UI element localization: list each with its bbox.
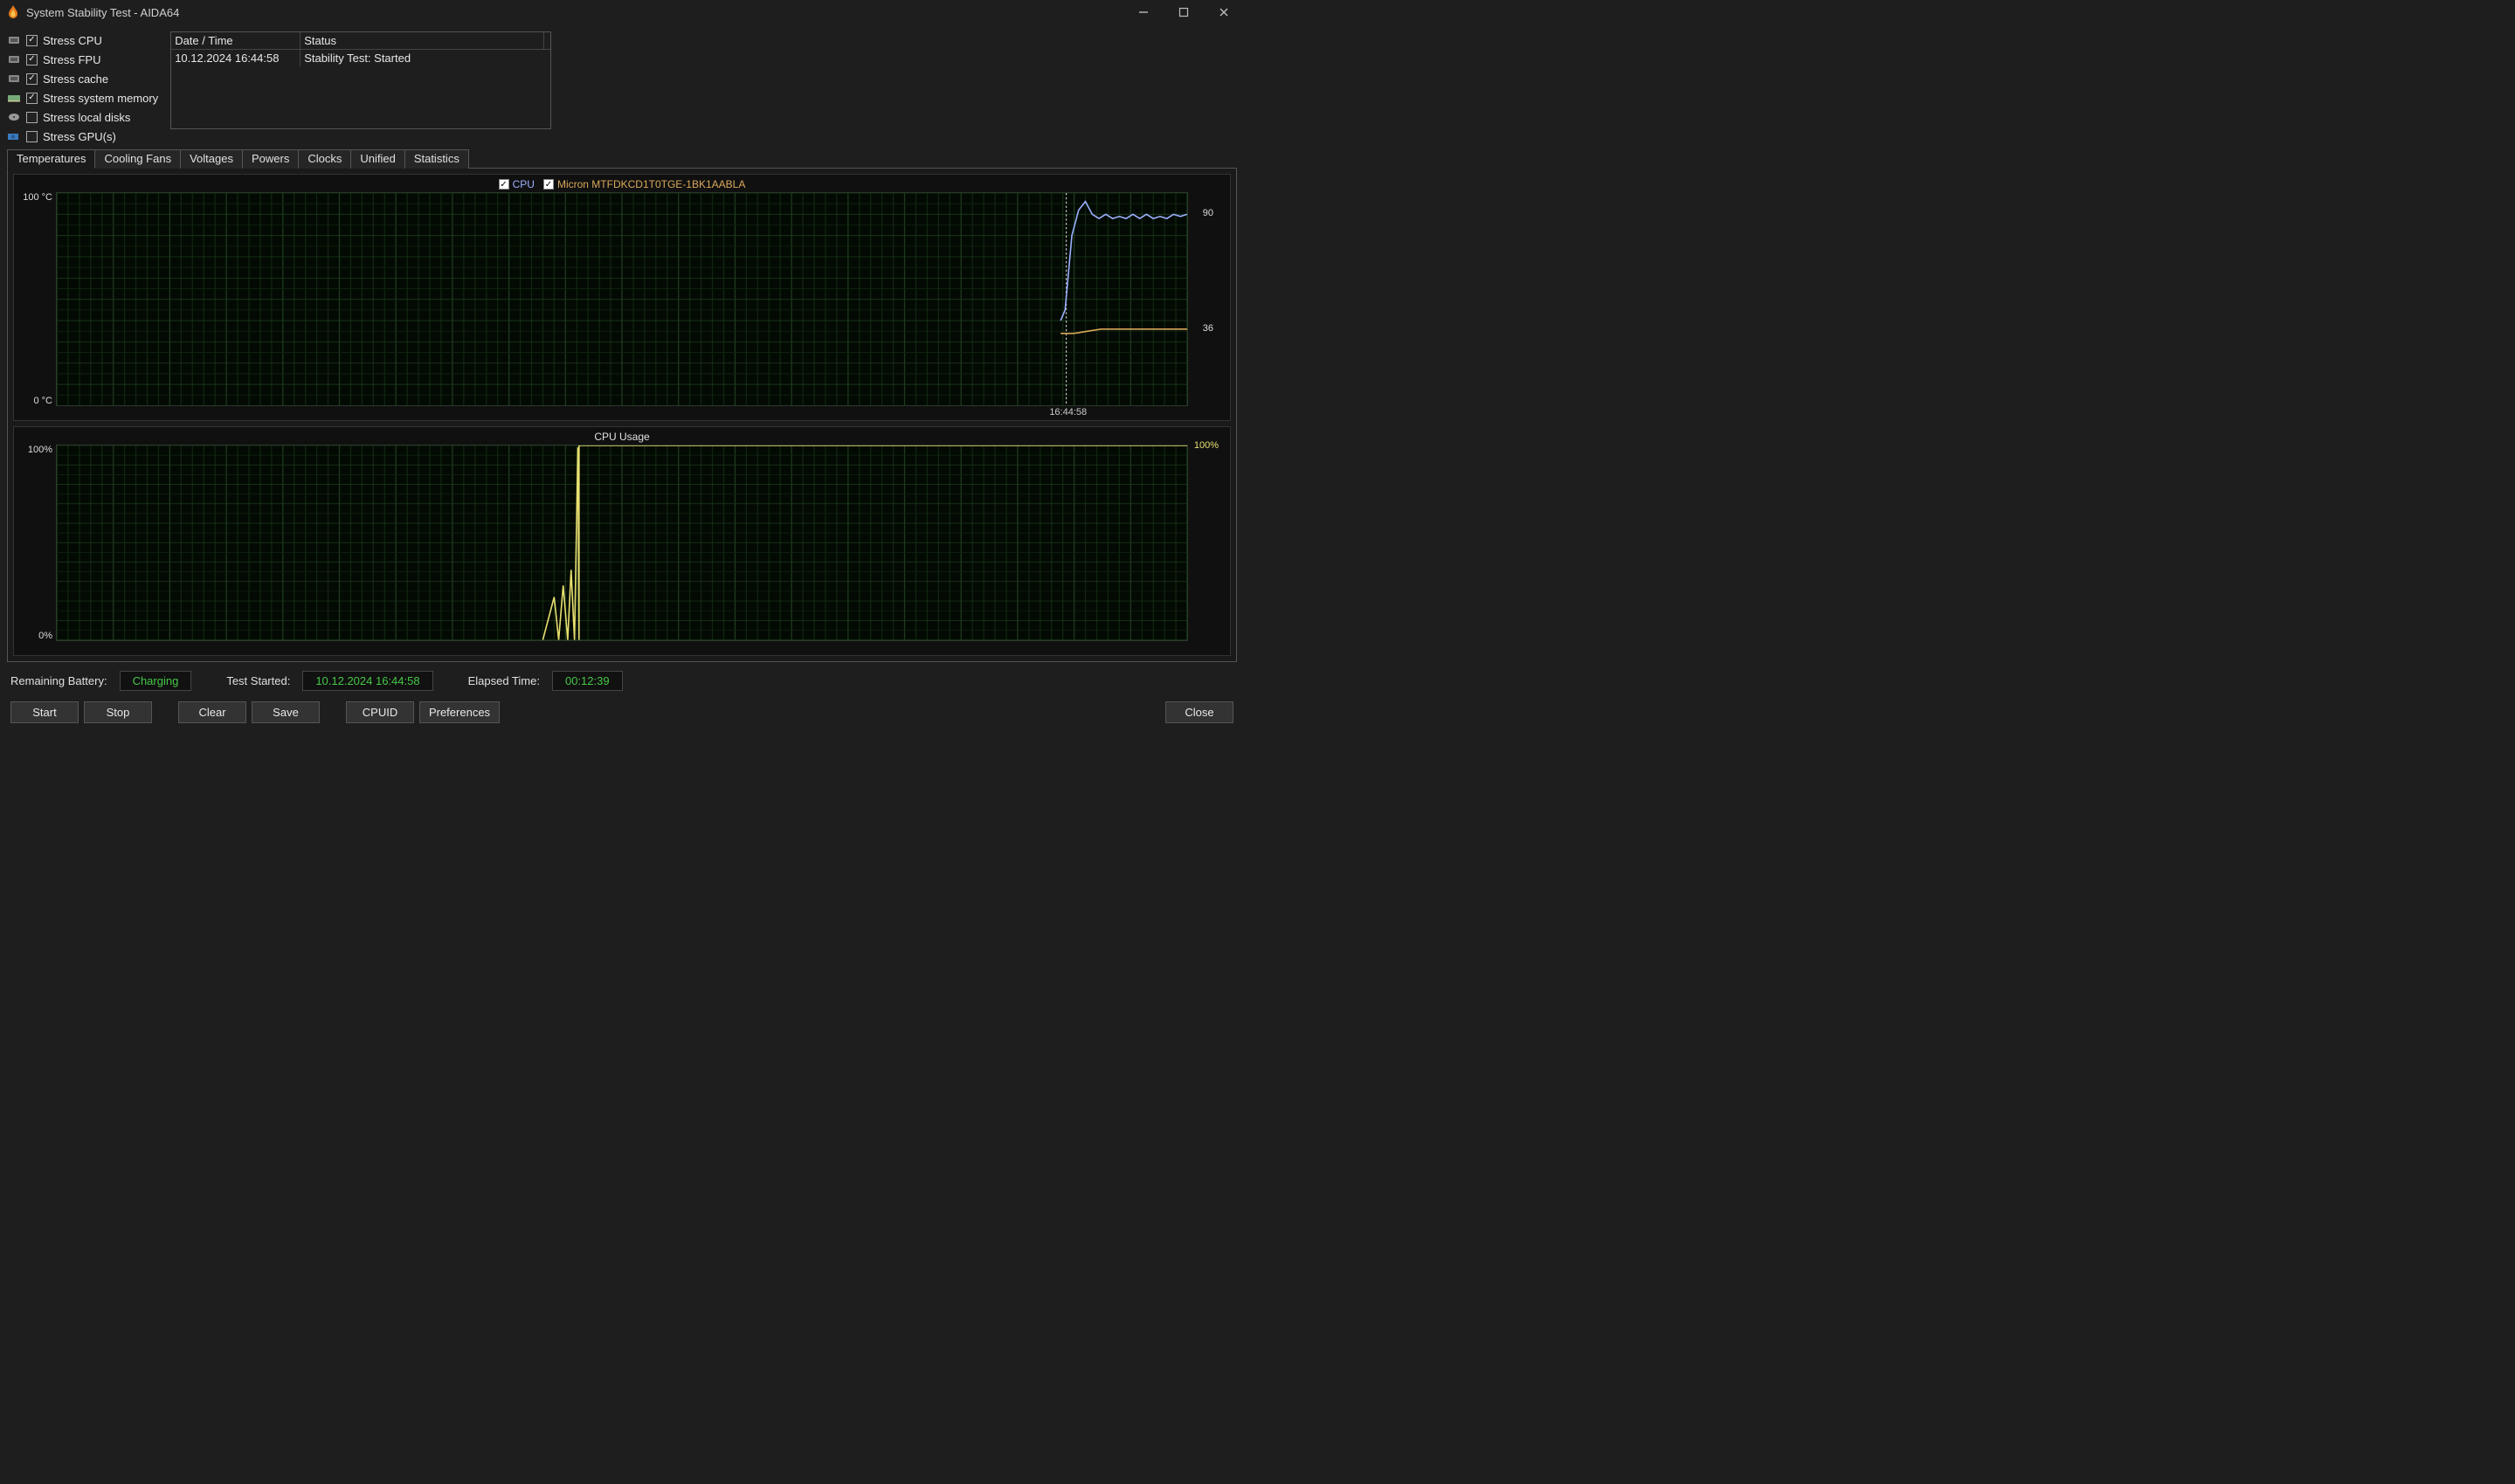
tab-statistics[interactable]: Statistics <box>404 149 469 169</box>
checkbox-icon[interactable] <box>26 35 38 46</box>
y-axis-left: 100% 0% <box>14 445 56 641</box>
tab-powers[interactable]: Powers <box>242 149 299 169</box>
minimize-button[interactable] <box>1123 0 1164 24</box>
stress-item[interactable]: Stress FPU <box>7 51 158 68</box>
log-panel: Date / Time Status 10.12.2024 16:44:58St… <box>170 31 551 129</box>
checkbox-icon[interactable] <box>26 93 38 104</box>
stress-label: Stress local disks <box>43 111 130 124</box>
status-row: Remaining Battery: Charging Test Started… <box>0 662 1244 694</box>
tab-temperatures[interactable]: Temperatures <box>7 149 95 169</box>
stress-list: Stress CPU Stress FPU Stress cache Stress s… <box>7 31 158 145</box>
x-axis <box>14 641 1230 655</box>
legend-label: CPU <box>513 178 535 190</box>
y-axis-left: 100 °C 0 °C <box>14 192 56 406</box>
device-icon <box>7 93 21 103</box>
device-icon <box>7 112 21 122</box>
titlebar: System Stability Test - AIDA64 <box>0 0 1244 24</box>
legend-item-cpu[interactable]: CPU <box>499 178 535 190</box>
tab-voltages[interactable]: Voltages <box>180 149 243 169</box>
stress-item[interactable]: Stress system memory <box>7 89 158 107</box>
chart-legend: CPU Micron MTFDKCD1T0TGE-1BK1AABLA <box>14 175 1230 192</box>
x-axis: 16:44:58 <box>14 406 1230 420</box>
stress-label: Stress cache <box>43 72 108 86</box>
stress-item[interactable]: Stress local disks <box>7 108 158 126</box>
chart-temperatures: CPU Micron MTFDKCD1T0TGE-1BK1AABLA 100 °… <box>13 174 1231 421</box>
legend-checkbox-icon <box>543 179 554 190</box>
current-value-ssd: 36 <box>1203 323 1213 334</box>
stress-label: Stress FPU <box>43 53 100 66</box>
chart-cpu-usage: CPU Usage 100% 0% 100% <box>13 426 1231 656</box>
checkbox-icon[interactable] <box>26 112 38 123</box>
checkbox-icon[interactable] <box>26 131 38 142</box>
device-icon <box>7 73 21 84</box>
y-top-label: 100 °C <box>17 192 52 203</box>
button-row: Start Stop Clear Save CPUID Preferences … <box>0 694 1244 734</box>
start-button[interactable]: Start <box>10 701 79 723</box>
y-bot-label: 0% <box>17 631 52 641</box>
elapsed-label: Elapsed Time: <box>468 674 540 687</box>
y-axis-right <box>1188 445 1230 641</box>
cpuid-button[interactable]: CPUID <box>346 701 414 723</box>
chart-title: CPU Usage <box>14 427 1230 445</box>
log-row: 10.12.2024 16:44:58Stability Test: Start… <box>171 50 550 66</box>
legend-label: Micron MTFDKCD1T0TGE-1BK1AABLA <box>557 178 745 190</box>
stress-item[interactable]: Stress cache <box>7 70 158 87</box>
checkbox-icon[interactable] <box>26 54 38 66</box>
window-title: System Stability Test - AIDA64 <box>26 6 1123 19</box>
log-header: Date / Time Status <box>171 32 550 50</box>
log-cell: Stability Test: Started <box>301 50 550 66</box>
log-cell: 10.12.2024 16:44:58 <box>171 50 301 66</box>
stress-label: Stress CPU <box>43 34 102 47</box>
battery-label: Remaining Battery: <box>10 674 107 687</box>
test-started-label: Test Started: <box>226 674 290 687</box>
maximize-button[interactable] <box>1164 0 1204 24</box>
clear-button[interactable]: Clear <box>178 701 246 723</box>
legend-item-ssd[interactable]: Micron MTFDKCD1T0TGE-1BK1AABLA <box>543 178 745 190</box>
close-button[interactable]: Close <box>1165 701 1233 723</box>
tab-bar: TemperaturesCooling FansVoltagesPowersCl… <box>0 148 1244 168</box>
elapsed-value: 00:12:39 <box>552 671 623 691</box>
device-icon <box>7 54 21 65</box>
save-button[interactable]: Save <box>252 701 320 723</box>
tab-unified[interactable]: Unified <box>350 149 404 169</box>
current-value-cpu: 90 <box>1203 208 1213 218</box>
log-head-status: Status <box>301 32 544 49</box>
current-value-cpu-usage: 100% <box>1194 440 1219 451</box>
device-icon <box>7 35 21 45</box>
legend-checkbox-icon <box>499 179 509 190</box>
x-axis-marker: 16:44:58 <box>1049 407 1087 418</box>
log-head-datetime: Date / Time <box>171 32 301 49</box>
battery-value: Charging <box>120 671 192 691</box>
charts-area: CPU Micron MTFDKCD1T0TGE-1BK1AABLA 100 °… <box>7 168 1237 662</box>
stress-label: Stress system memory <box>43 92 158 105</box>
config-area: Stress CPU Stress FPU Stress cache Stress s… <box>0 24 1244 148</box>
y-bot-label: 0 °C <box>17 396 52 406</box>
y-axis-right <box>1188 192 1230 406</box>
plot-area[interactable]: 100% <box>56 445 1188 641</box>
checkbox-icon[interactable] <box>26 73 38 85</box>
tab-cooling-fans[interactable]: Cooling Fans <box>94 149 181 169</box>
device-icon <box>7 131 21 141</box>
plot-area[interactable]: 90 36 <box>56 192 1188 406</box>
app-icon <box>5 4 21 20</box>
preferences-button[interactable]: Preferences <box>419 701 500 723</box>
stop-button[interactable]: Stop <box>84 701 152 723</box>
stress-label: Stress GPU(s) <box>43 130 116 143</box>
close-window-button[interactable] <box>1204 0 1244 24</box>
stress-item[interactable]: Stress CPU <box>7 31 158 49</box>
y-top-label: 100% <box>17 445 52 455</box>
test-started-value: 10.12.2024 16:44:58 <box>302 671 432 691</box>
stress-item[interactable]: Stress GPU(s) <box>7 128 158 145</box>
tab-clocks[interactable]: Clocks <box>298 149 351 169</box>
